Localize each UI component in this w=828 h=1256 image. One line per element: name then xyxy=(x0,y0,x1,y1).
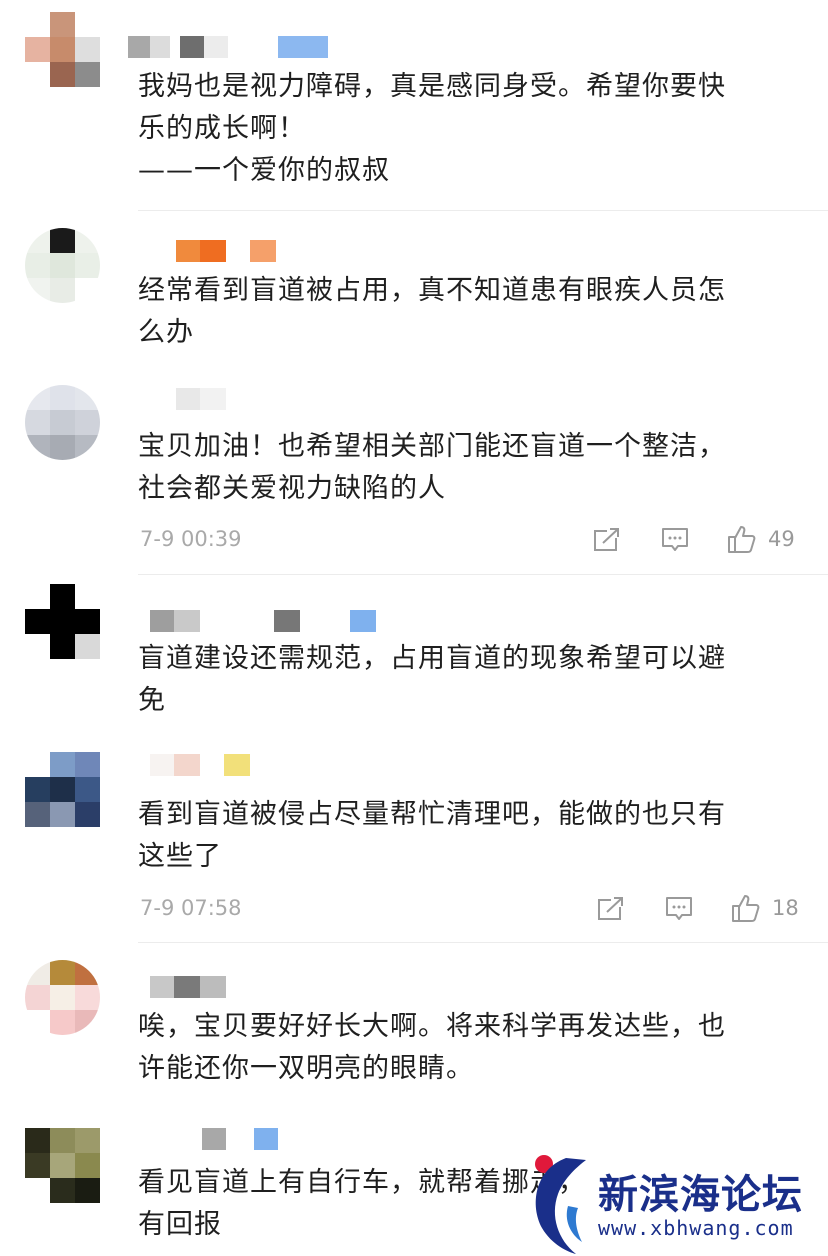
like-count: 18 xyxy=(772,896,799,920)
thumbs-up-icon[interactable] xyxy=(726,524,758,554)
comment-text: 宝贝加油！也希望相关部门能还盲道一个整洁， 社会都关爱视力缺陷的人 xyxy=(138,431,726,504)
comment-icon[interactable] xyxy=(660,526,690,554)
watermark-title: 新滨海论坛 xyxy=(598,1172,803,1218)
avatar[interactable] xyxy=(25,960,100,1035)
comment-icon[interactable] xyxy=(664,895,694,923)
username-mosaic[interactable] xyxy=(150,754,250,776)
comment-text: 唉，宝贝要好好长大啊。将来科学再发达些，也 许能还你一双明亮的眼睛。 xyxy=(138,1011,726,1084)
divider xyxy=(138,942,828,943)
username-mosaic[interactable] xyxy=(202,1128,278,1150)
comment-time: 7-9 00:39 xyxy=(140,527,242,551)
like-count: 49 xyxy=(768,527,795,551)
avatar[interactable] xyxy=(25,12,100,87)
avatar[interactable] xyxy=(25,584,100,659)
username-mosaic[interactable] xyxy=(150,976,226,998)
watermark-url: www.xbhwang.com xyxy=(598,1216,794,1240)
comment-time: 7-9 07:58 xyxy=(140,896,242,920)
share-icon[interactable] xyxy=(596,895,626,923)
comment-text: 盲道建设还需规范，占用盲道的现象希望可以避 免 xyxy=(138,643,726,716)
avatar[interactable] xyxy=(25,228,100,303)
thumbs-up-icon[interactable] xyxy=(730,893,762,923)
divider xyxy=(138,210,828,211)
comment-text: 看到盲道被侵占尽量帮忙清理吧，能做的也只有 这些了 xyxy=(138,799,726,872)
comment-text: 经常看到盲道被占用，真不知道患有眼疾人员怎 么办 xyxy=(138,275,726,348)
share-icon[interactable] xyxy=(592,526,622,554)
avatar[interactable] xyxy=(25,1128,100,1203)
username-mosaic[interactable] xyxy=(128,36,328,58)
avatar[interactable] xyxy=(25,752,100,827)
comment-text: 我妈也是视力障碍，真是感同身受。希望你要快 乐的成长啊！ ——一个爱你的叔叔 xyxy=(138,71,726,186)
username-mosaic[interactable] xyxy=(150,610,376,632)
username-mosaic[interactable] xyxy=(176,240,276,262)
avatar[interactable] xyxy=(25,385,100,460)
divider xyxy=(138,574,828,575)
username-mosaic[interactable] xyxy=(176,388,226,410)
